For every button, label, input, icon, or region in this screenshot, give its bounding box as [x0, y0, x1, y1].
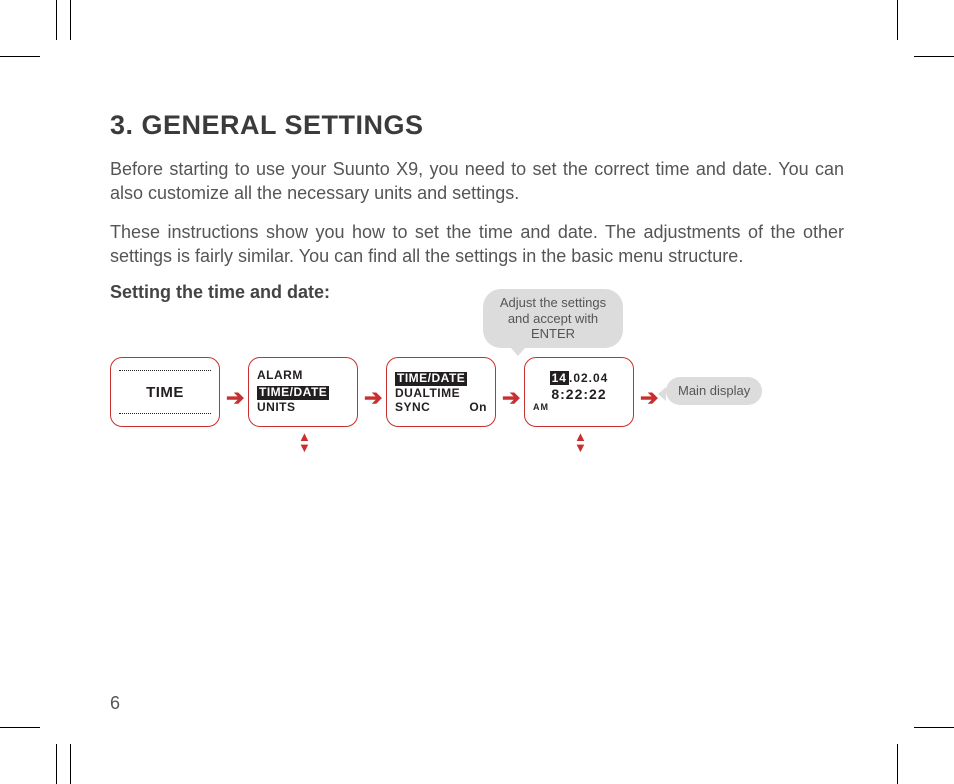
section-heading: 3. GENERAL SETTINGS — [110, 110, 844, 141]
screen-menu-1: ALARM TIME/DATE UNITS — [248, 357, 358, 427]
updown-icon: ▲▼ — [298, 431, 311, 453]
menu-timedate-header: TIME/DATE — [395, 372, 467, 386]
arrow-icon: ➔ — [502, 385, 520, 411]
arrow-icon: ➔ — [640, 385, 658, 411]
menu-units: UNITS — [257, 401, 349, 415]
edit-ampm: AM — [533, 402, 625, 412]
page-number: 6 — [110, 693, 120, 714]
edit-time: 8:22:22 — [533, 386, 625, 402]
screen-datetime-edit: 14.02.04 8:22:22 AM — [524, 357, 634, 427]
menu-alarm: ALARM — [257, 369, 349, 383]
menu-timedate-selected: TIME/DATE — [257, 386, 329, 400]
screen-time: TIME — [110, 357, 220, 427]
menu-sync-value: On — [469, 401, 487, 415]
page-content: 3. GENERAL SETTINGS Before starting to u… — [110, 110, 844, 714]
edit-date-rest: .02.04 — [569, 371, 608, 385]
intro-paragraph-1: Before starting to use your Suunto X9, y… — [110, 157, 844, 206]
edit-day-selected: 14 — [550, 371, 569, 385]
screen-menu-2: TIME/DATE DUALTIME SYNC On — [386, 357, 496, 427]
updown-icon: ▲▼ — [574, 431, 587, 453]
screen-time-label: TIME — [146, 384, 184, 401]
menu-dualtime: DUALTIME — [395, 387, 487, 401]
subheading: Setting the time and date: — [110, 282, 844, 303]
intro-paragraph-2: These instructions show you how to set t… — [110, 220, 844, 269]
setting-time-diagram: Adjust the settings and accept with ENTE… — [110, 321, 844, 501]
arrow-icon: ➔ — [226, 385, 244, 411]
menu-sync-label: SYNC — [395, 401, 430, 415]
arrow-icon: ➔ — [364, 385, 382, 411]
callout-main-display: Main display — [666, 377, 762, 405]
callout-adjust-enter: Adjust the settings and accept with ENTE… — [483, 289, 623, 348]
